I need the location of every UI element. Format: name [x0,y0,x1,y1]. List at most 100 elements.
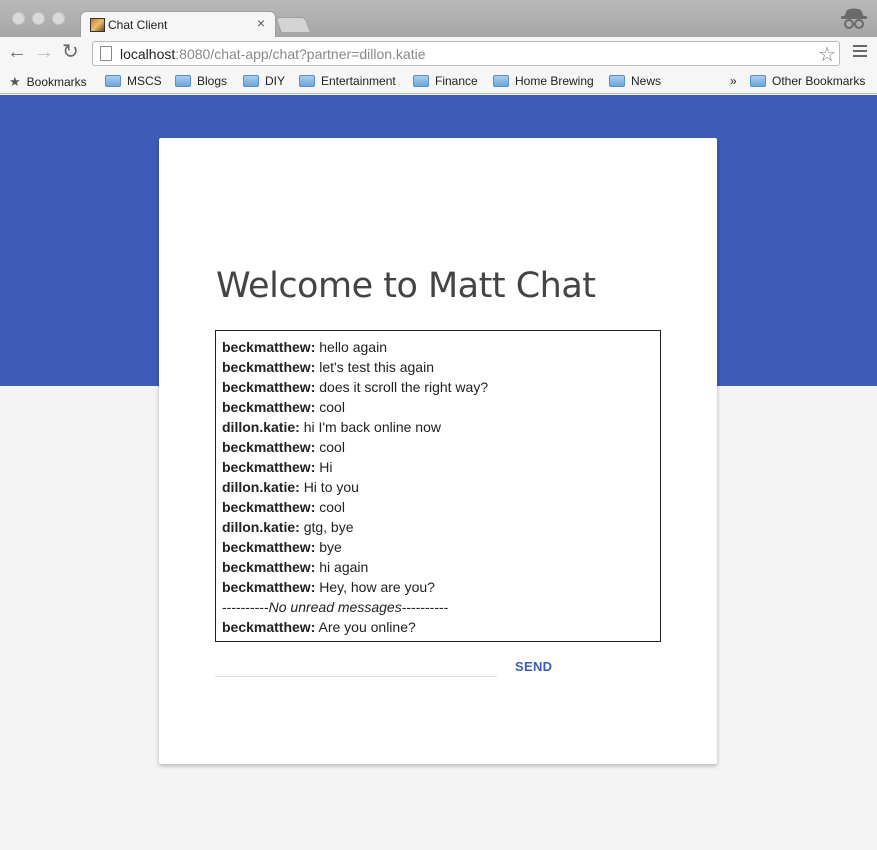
bookmark-item-entertainment[interactable]: Entertainment [299,74,396,88]
message-text: hello again [319,339,387,355]
folder-icon [609,75,625,87]
folder-icon [413,75,429,87]
chat-message: beckmatthew: cool [222,437,660,457]
message-sender: beckmatthew: [222,619,316,635]
message-sender: beckmatthew: [222,399,316,415]
url-host: localhost [120,46,176,62]
message-text: cool [319,439,345,455]
message-sender: dillon.katie: [222,519,300,535]
folder-icon [493,75,509,87]
chat-message: beckmatthew: cool [222,397,660,417]
bookmark-label: DIY [265,74,286,88]
message-sender: dillon.katie: [222,419,300,435]
bookmark-label: MSCS [127,74,162,88]
divider-dashes-right: ---------- [401,599,449,615]
minimize-window-button[interactable] [32,12,45,25]
bookmark-label: Bookmarks [26,75,87,89]
message-sender: beckmatthew: [222,439,316,455]
message-text: Hey, how are you? [319,579,435,595]
chat-log[interactable]: beckmatthew: hello again beckmatthew: le… [215,330,661,642]
folder-icon [750,75,766,87]
folder-icon [299,75,315,87]
bookmark-item-news[interactable]: News [609,74,661,88]
bookmark-label: Entertainment [321,74,396,88]
chat-message: dillon.katie: Hi to you [222,477,660,497]
page-icon [100,46,112,61]
back-arrow-icon[interactable]: ← [7,42,27,62]
bookmark-label: Blogs [197,74,228,88]
divider-dashes-left: ---------- [222,599,269,615]
message-text: Are you online? [318,619,416,635]
bookmark-item-home-brewing[interactable]: Home Brewing [493,74,594,88]
message-text: cool [319,499,345,515]
incognito-icon [841,8,867,29]
send-button[interactable]: SEND [509,656,558,676]
browser-menu-icon[interactable] [853,45,867,60]
reload-icon[interactable]: ↻ [62,42,79,62]
message-text: gtg, bye [303,519,354,535]
new-tab-button[interactable] [275,17,311,32]
bookmark-item-mscs[interactable]: MSCS [105,74,162,88]
bookmark-label: Other Bookmarks [772,74,866,88]
bookmark-item-diy[interactable]: DIY [243,74,285,88]
chat-message: beckmatthew: cool [222,497,660,517]
url-text[interactable]: localhost:8080/chat-app/chat?partner=dil… [120,46,426,62]
url-path: :8080/chat-app/chat?partner=dillon.katie [175,46,426,62]
chat-message: beckmatthew: bye [222,537,660,557]
chat-message: dillon.katie: hi I'm back online now [222,417,660,437]
message-text: hi again [319,559,369,575]
close-window-button[interactable] [12,12,25,25]
chat-card: Welcome to Matt Chat beckmatthew: hello … [159,138,717,764]
chat-message: beckmatthew: does it scroll the right wa… [222,377,660,397]
message-text: hi I'm back online now [303,419,441,435]
folder-icon [105,75,121,87]
message-text: bye [319,539,342,555]
chat-message: beckmatthew: Hey, how are you? [222,577,660,597]
bookmark-item-bookmarks[interactable]: ★ Bookmarks [9,74,87,90]
message-sender: beckmatthew: [222,579,316,595]
message-sender: beckmatthew: [222,339,316,355]
browser-tab[interactable]: Chat Client × [80,11,276,38]
forward-arrow-icon[interactable]: → [34,42,54,62]
divider-text: No unread messages [268,599,402,615]
folder-icon [243,75,259,87]
message-text: does it scroll the right way? [319,379,489,395]
bookmark-item-other-bookmarks[interactable]: Other Bookmarks [750,74,865,88]
chat-message: beckmatthew: hi again [222,557,660,577]
message-text: Hi [319,459,333,475]
browser-toolbar: ← → ↻ localhost:8080/chat-app/chat?partn… [0,37,877,70]
message-sender: beckmatthew: [222,559,316,575]
favicon-icon [90,18,105,32]
chat-message: beckmatthew: let's test this again [222,357,660,377]
zoom-window-button[interactable] [52,12,65,25]
message-sender: dillon.katie: [222,479,300,495]
bookmark-item-finance[interactable]: Finance [413,74,478,88]
message-sender: beckmatthew: [222,499,316,515]
message-input[interactable] [215,656,497,677]
chat-message: dillon.katie: gtg, bye [222,517,660,537]
message-text: Hi to you [303,479,359,495]
chat-message: beckmatthew: Are you online? [222,617,660,637]
tab-close-icon[interactable]: × [257,15,265,31]
message-text: cool [319,399,345,415]
chat-message: beckmatthew: Hi [222,457,660,477]
message-text: let's test this again [319,359,434,375]
bookmark-star-icon[interactable]: ☆ [818,42,836,67]
bookmarks-overflow-button[interactable]: » [730,74,737,88]
bookmark-label: Finance [435,74,478,88]
bookmark-item-blogs[interactable]: Blogs [175,74,227,88]
bookmark-label: News [631,74,662,88]
bookmarks-bar: ★ Bookmarks MSCS Blogs DIY Entertainment… [0,70,877,94]
chat-message: beckmatthew: hello again [222,337,660,357]
browser-titlebar: Chat Client × [0,0,877,38]
address-bar[interactable]: localhost:8080/chat-app/chat?partner=dil… [92,41,840,66]
message-sender: beckmatthew: [222,359,316,375]
message-sender: beckmatthew: [222,539,316,555]
page-title: Welcome to Matt Chat [216,266,596,306]
message-sender: beckmatthew: [222,459,316,475]
star-icon: ★ [9,74,21,89]
tab-title: Chat Client [108,18,168,32]
message-sender: beckmatthew: [222,379,316,395]
bookmark-label: Home Brewing [515,74,594,88]
folder-icon [175,75,191,87]
